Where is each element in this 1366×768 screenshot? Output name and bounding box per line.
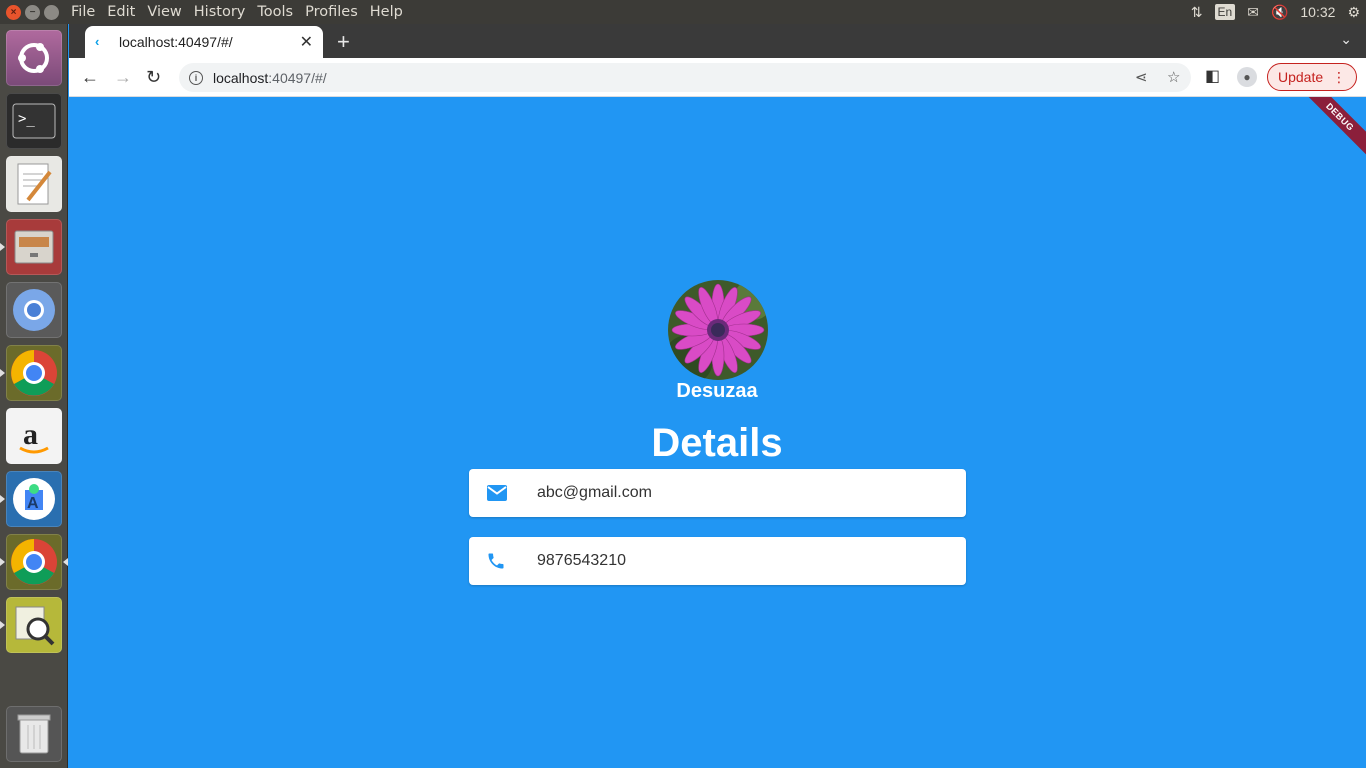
app-viewport: DEBUG Desuzaa Details abc@gmail.com 9876… <box>69 97 1366 768</box>
email-text: abc@gmail.com <box>537 484 652 501</box>
network-icon[interactable]: ⇅ <box>1191 4 1203 21</box>
running-indicator <box>0 243 5 251</box>
running-indicator <box>0 558 5 566</box>
text-editor-icon[interactable] <box>6 156 62 212</box>
phone-text: 9876543210 <box>537 552 626 569</box>
chrome-icon[interactable] <box>6 534 62 590</box>
profile-avatar-icon[interactable]: ● <box>1237 67 1257 87</box>
amazon-icon[interactable]: a <box>6 408 62 464</box>
back-arrow-icon[interactable]: ← <box>81 67 99 87</box>
chrome-icon[interactable] <box>6 345 62 401</box>
system-monitor-icon[interactable] <box>6 597 62 653</box>
more-menu-icon[interactable]: ⋮ <box>1332 69 1346 86</box>
bookmark-star-icon[interactable]: ☆ <box>1167 68 1180 86</box>
update-button[interactable]: Update ⋮ <box>1267 63 1357 91</box>
settings-gear-icon[interactable]: ⚙ <box>1347 4 1360 21</box>
menu-help[interactable]: Help <box>370 4 403 20</box>
avatar <box>668 280 768 380</box>
menu-history[interactable]: History <box>194 4 246 20</box>
svg-text:A: A <box>27 495 39 512</box>
share-icon[interactable]: ⋖ <box>1135 68 1148 86</box>
menu-file[interactable]: File <box>71 4 95 20</box>
browser-toolbar: ← → ↻ i localhost:40497/#/ ⋖ ☆ ◧ ● Updat… <box>69 58 1366 97</box>
tab-search-chevron-icon[interactable]: ⌄ <box>1340 31 1352 48</box>
tab-title: localhost:40497/#/ <box>119 34 233 50</box>
keyboard-layout-indicator[interactable]: En <box>1214 4 1236 20</box>
menu-edit[interactable]: Edit <box>107 4 135 20</box>
file-manager-icon[interactable] <box>6 219 62 275</box>
email-icon <box>486 484 508 502</box>
forward-arrow-icon[interactable]: → <box>114 67 132 87</box>
svg-text:>_: >_ <box>18 111 35 127</box>
ubuntu-dash-icon[interactable] <box>6 30 62 86</box>
tab-strip: ‹ localhost:40497/#/ ✕ + ⌄ <box>69 24 1366 58</box>
phone-card[interactable]: 9876543210 <box>469 537 966 585</box>
focused-indicator <box>63 558 68 566</box>
menu-view[interactable]: View <box>147 4 181 20</box>
close-window-button[interactable]: × <box>6 4 21 20</box>
side-panel-icon[interactable]: ◧ <box>1205 67 1220 87</box>
system-tray: ⇅ En ✉ 🔇 10:32 ⚙ <box>1191 0 1360 24</box>
email-card[interactable]: abc@gmail.com <box>469 469 966 517</box>
minimize-window-button[interactable]: − <box>25 4 40 20</box>
new-tab-button[interactable]: + <box>337 29 350 55</box>
top-panel: × − File Edit View History Tools Profile… <box>0 0 1366 24</box>
android-studio-icon[interactable]: A <box>6 471 62 527</box>
menu-tools[interactable]: Tools <box>257 4 293 20</box>
flutter-favicon-icon: ‹ <box>95 34 100 49</box>
volume-muted-icon[interactable]: 🔇 <box>1271 4 1288 21</box>
browser-tab[interactable]: ‹ localhost:40497/#/ ✕ <box>85 26 323 58</box>
reload-icon[interactable]: ↻ <box>146 67 161 87</box>
menu-bar: File Edit View History Tools Profiles He… <box>71 4 403 20</box>
trash-icon[interactable] <box>6 706 62 762</box>
svg-text:a: a <box>23 418 38 451</box>
launcher: >_ a A <box>0 24 68 768</box>
running-indicator <box>0 495 5 503</box>
running-indicator <box>0 369 5 377</box>
site-info-icon[interactable]: i <box>189 70 203 85</box>
clock[interactable]: 10:32 <box>1300 4 1335 20</box>
url-text[interactable]: localhost:40497/#/ <box>213 70 327 86</box>
address-bar[interactable]: i localhost:40497/#/ ⋖ ☆ <box>179 63 1191 92</box>
mail-icon[interactable]: ✉ <box>1247 4 1259 21</box>
profile-name: Desuzaa <box>676 380 758 402</box>
terminal-icon[interactable]: >_ <box>6 93 62 149</box>
chromium-icon[interactable] <box>6 282 62 338</box>
close-tab-icon[interactable]: ✕ <box>300 32 313 52</box>
menu-profiles[interactable]: Profiles <box>305 4 358 20</box>
phone-icon <box>486 551 508 571</box>
running-indicator <box>0 621 5 629</box>
window-controls: × − <box>6 4 66 20</box>
maximize-window-button[interactable] <box>44 4 59 20</box>
debug-banner: DEBUG <box>1291 97 1366 166</box>
update-label: Update <box>1278 69 1324 85</box>
details-heading: Details <box>651 421 783 465</box>
